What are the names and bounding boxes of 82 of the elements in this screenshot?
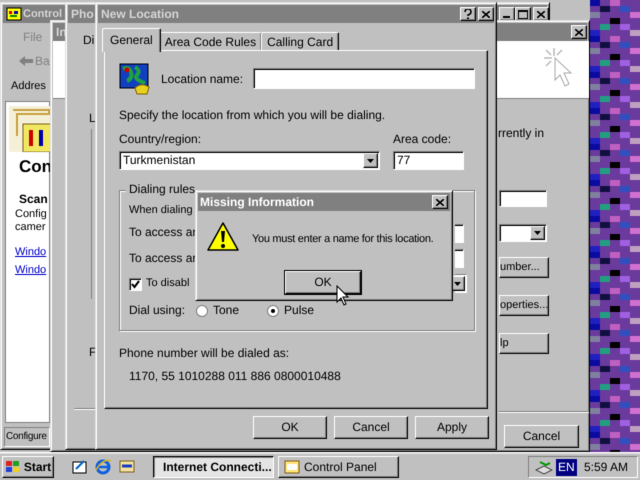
radio-button[interactable] bbox=[196, 304, 208, 316]
checkbox-label: To disabl bbox=[146, 277, 190, 290]
caret-icon bbox=[534, 231, 541, 235]
ok-button[interactable]: OK bbox=[253, 416, 327, 439]
warning-icon bbox=[206, 221, 240, 253]
dropdown[interactable] bbox=[455, 274, 467, 293]
dropdown[interactable] bbox=[499, 224, 547, 242]
field-label: Country/region: bbox=[119, 133, 202, 146]
country-dropdown[interactable]: Turkmenistan bbox=[119, 151, 380, 170]
globe-phone-icon bbox=[119, 63, 151, 95]
location-name-field[interactable] bbox=[253, 68, 475, 89]
tab[interactable]: Calling Card bbox=[261, 32, 340, 52]
item-description: Config bbox=[15, 208, 47, 221]
radio-label: Tone bbox=[213, 304, 240, 317]
button[interactable]: operties... bbox=[499, 295, 549, 316]
window-title: Pho bbox=[71, 6, 94, 23]
close-icon bbox=[436, 198, 444, 206]
field-label: Dial using: bbox=[129, 304, 186, 317]
taskbar-button[interactable]: Internet Connecti... bbox=[153, 456, 274, 478]
desktop-icon[interactable] bbox=[72, 459, 88, 475]
button[interactable]: lp bbox=[499, 333, 549, 354]
ok-button[interactable]: OK bbox=[285, 271, 361, 294]
rule-label: When dialing bbox=[129, 204, 193, 217]
language-indicator[interactable]: EN bbox=[556, 459, 577, 476]
close-icon bbox=[482, 10, 490, 18]
checkbox[interactable] bbox=[129, 278, 142, 291]
window-title: New Location bbox=[101, 6, 180, 23]
mouse-cursor-icon bbox=[336, 285, 349, 307]
cancel-button[interactable]: Cancel bbox=[334, 416, 408, 439]
status-bar: Configure bbox=[4, 427, 50, 447]
tab[interactable]: Di bbox=[83, 34, 94, 47]
close-icon bbox=[575, 28, 583, 36]
field-label: Phone number will be dialed as: bbox=[119, 347, 290, 360]
item-description: camer bbox=[15, 221, 46, 234]
apply-button[interactable]: Apply bbox=[415, 416, 489, 439]
help-button[interactable] bbox=[460, 7, 476, 21]
help-icon bbox=[464, 9, 472, 19]
input-field[interactable] bbox=[455, 224, 464, 243]
item-title: Scan bbox=[19, 193, 48, 206]
cancel-button[interactable]: Cancel bbox=[504, 425, 579, 448]
close-icon bbox=[537, 10, 545, 18]
folder-tools-icon bbox=[9, 106, 53, 152]
window-icon bbox=[284, 460, 300, 474]
address-label: Addres bbox=[11, 80, 46, 93]
tab[interactable]: General bbox=[102, 28, 161, 52]
instruction-text: Specify the location from which you will be dialing. bbox=[119, 109, 386, 122]
label: L bbox=[89, 112, 96, 125]
network-icon[interactable] bbox=[535, 459, 553, 475]
rule-label: To access ar bbox=[129, 226, 196, 239]
windows-logo-icon bbox=[4, 460, 21, 474]
radio-label: Pulse bbox=[284, 304, 314, 317]
field-label: Location name: bbox=[161, 73, 244, 86]
input-field[interactable] bbox=[499, 190, 547, 207]
maximize-icon bbox=[518, 10, 528, 18]
close-button[interactable] bbox=[533, 7, 549, 21]
link[interactable]: Windo bbox=[15, 246, 46, 259]
link[interactable]: Windo bbox=[15, 264, 46, 277]
field-label: Area code: bbox=[393, 133, 452, 146]
area-code-field[interactable]: 77 bbox=[393, 151, 464, 170]
taskbar-button[interactable]: Control Panel bbox=[278, 456, 399, 478]
caret-icon bbox=[454, 282, 461, 286]
browser-icon[interactable] bbox=[95, 458, 111, 475]
description-text: rrently in bbox=[498, 127, 544, 140]
radio-button[interactable] bbox=[267, 304, 280, 316]
clock: 5:59 AM bbox=[584, 461, 628, 474]
message-text: You must enter a name for this location. bbox=[252, 233, 434, 246]
close-button[interactable] bbox=[478, 7, 494, 21]
minimize-button[interactable] bbox=[499, 7, 515, 21]
button[interactable]: umber... bbox=[499, 257, 549, 278]
rule-label: To access ar bbox=[129, 252, 196, 265]
close-button[interactable] bbox=[432, 195, 448, 209]
start-button[interactable]: Start bbox=[2, 456, 54, 478]
channels-icon[interactable] bbox=[118, 458, 136, 475]
close-button[interactable] bbox=[571, 25, 587, 39]
control-panel-icon bbox=[6, 7, 22, 21]
caret-icon bbox=[367, 158, 374, 162]
window-title: Control bbox=[23, 7, 62, 22]
input-field[interactable] bbox=[455, 249, 464, 268]
dialed-number: 1170, 55 1010288 011 886 0800010488 bbox=[129, 370, 341, 383]
page-heading: Con bbox=[19, 157, 52, 177]
maximize-button[interactable] bbox=[515, 7, 531, 21]
window-title: Missing Information bbox=[200, 194, 314, 211]
